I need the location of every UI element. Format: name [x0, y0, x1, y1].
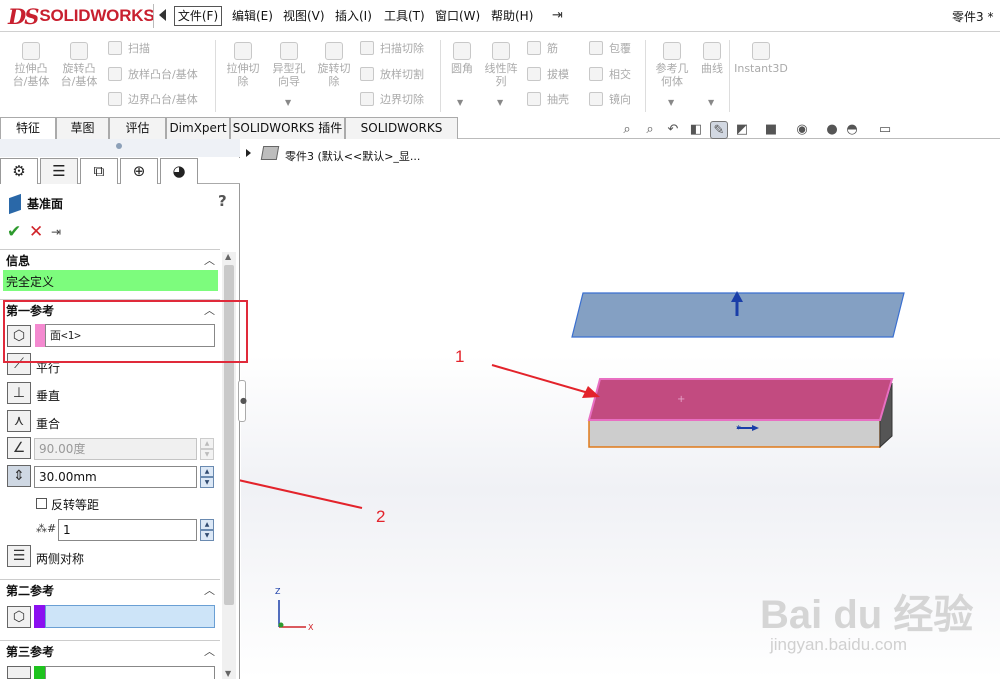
face-center-mark: + — [677, 394, 685, 405]
angle-spinner[interactable]: ▲ ▼ — [200, 438, 214, 460]
instance-count-field[interactable]: 1 — [58, 519, 197, 541]
coincident-label: 重合 — [36, 417, 61, 431]
ok-check-icon[interactable]: ✔ — [7, 222, 21, 242]
spin-down-icon[interactable]: ▼ — [200, 449, 214, 460]
spin-up-icon[interactable]: ▲ — [200, 438, 214, 449]
message-section-header[interactable]: 信息 ︿ — [0, 249, 220, 268]
manager-tabs: ⚙ ☰ ⧉ ⊕ ◕ — [0, 158, 240, 184]
spin-down-icon[interactable]: ▼ — [200, 477, 214, 488]
offset-distance-icon[interactable]: ⇕ — [7, 465, 31, 487]
flip-offset-label: 反转等距 — [51, 498, 100, 512]
box-front-face[interactable] — [588, 419, 881, 448]
offset-distance-spinner[interactable]: ▲ ▼ — [200, 466, 214, 488]
spin-up-icon[interactable]: ▲ — [200, 519, 214, 530]
mid-plane-label: 两侧对称 — [36, 552, 85, 566]
perpendicular-label: 垂直 — [36, 389, 61, 403]
annotation-highlight-box — [3, 300, 248, 363]
property-manager-title: 基准面 — [27, 197, 64, 211]
third-reference-title: 第三参考 — [6, 645, 55, 659]
keep-visible-pin-icon[interactable]: ⇥ — [51, 225, 61, 239]
third-reference-header[interactable]: 第三参考 ︿ — [0, 640, 220, 659]
scroll-down-icon[interactable]: ▼ — [225, 669, 231, 678]
annotation-arrow-1 — [491, 364, 593, 395]
collapse-chevron-icon[interactable]: ︿ — [204, 582, 215, 598]
cancel-x-icon[interactable]: ✕ — [29, 222, 43, 242]
origin-mark: * — [736, 424, 741, 435]
coincident-icon[interactable]: ⋏ — [7, 410, 31, 432]
third-reference-icon — [7, 666, 31, 679]
scroll-up-icon[interactable]: ▲ — [225, 252, 231, 261]
configuration-manager-tab[interactable]: ⧉ — [80, 158, 118, 184]
third-reference-selection-box[interactable] — [45, 666, 215, 679]
annotation-arrow-2 — [224, 476, 363, 509]
triad-z-axis — [278, 622, 284, 628]
second-reference-icon: ⬡ — [7, 606, 31, 628]
panel-grip-dot — [116, 143, 122, 149]
angle-field[interactable]: 90.00度 — [34, 438, 197, 460]
annotation-label-2: 2 — [376, 507, 386, 526]
offset-distance-field[interactable]: 30.00mm — [34, 466, 197, 488]
collapse-chevron-icon[interactable]: ︿ — [204, 643, 215, 659]
second-reference-header[interactable]: 第二参考 ︿ — [0, 579, 220, 598]
instance-count-icon: ⁂# — [36, 522, 57, 535]
selection-color-swatch — [34, 605, 45, 628]
angle-icon[interactable]: ∠ — [7, 437, 31, 459]
feature-manager-tab[interactable]: ⚙ — [0, 158, 38, 184]
annotation-label-1: 1 — [455, 347, 465, 366]
instance-count-spinner[interactable]: ▲ ▼ — [200, 519, 214, 541]
second-reference-selection-box[interactable] — [45, 605, 215, 628]
collapse-chevron-icon[interactable]: ︿ — [204, 252, 215, 268]
perpendicular-icon[interactable]: ⊥ — [7, 382, 31, 404]
selected-top-face[interactable] — [587, 378, 894, 421]
dimxpert-manager-tab[interactable]: ⊕ — [120, 158, 158, 184]
second-reference-title: 第二参考 — [6, 584, 55, 598]
spin-up-icon[interactable]: ▲ — [200, 466, 214, 477]
display-manager-tab[interactable]: ◕ — [160, 158, 198, 184]
spin-down-icon[interactable]: ▼ — [200, 530, 214, 541]
flip-offset-checkbox[interactable] — [36, 498, 47, 509]
triad-label-x: X — [308, 623, 314, 632]
triad-label-z: Z — [275, 587, 281, 596]
property-manager-tab[interactable]: ☰ — [40, 158, 78, 184]
watermark-logo: Bai du 经验 — [760, 593, 974, 637]
status-message-text: 完全定义 — [6, 275, 55, 289]
selection-color-swatch — [34, 666, 45, 679]
help-icon[interactable]: ? — [218, 192, 227, 210]
splitter-handle-icon: ● — [240, 396, 247, 405]
message-section-title: 信息 — [6, 254, 31, 268]
mid-plane-icon[interactable]: ☰ — [7, 545, 31, 567]
watermark-url: jingyan.baidu.com — [770, 635, 908, 654]
